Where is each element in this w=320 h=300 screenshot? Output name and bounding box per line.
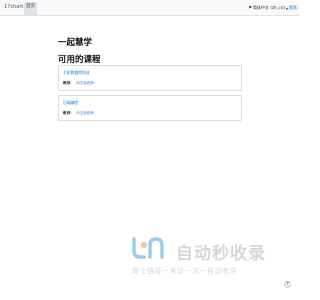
course-card: 七彩数据库科技 教师： 卢应亚老师 (58, 65, 242, 91)
language-selector[interactable]: ⚑ 简体中文 (zh_cn) ▾ (248, 5, 288, 11)
help-button[interactable]: ? (284, 281, 291, 288)
available-courses-heading: 可用的课程 (58, 55, 101, 65)
course-teacher-row: 教师： 卢应亚老师 (63, 111, 94, 116)
top-navbar: 17chart 首页 ⚑ 简体中文 (zh_cn) ▾ 登陆 (0, 0, 300, 16)
watermark: 自动秒收录 做上链接一来访一次一自动收录 (130, 237, 280, 277)
brand-logo[interactable]: 17chart (4, 4, 23, 10)
course-card: 后端编程 教师： 卢应亚老师 (58, 95, 242, 121)
nav-home-link[interactable]: 首页 (24, 2, 37, 15)
watermark-logo (132, 237, 164, 259)
teacher-label: 教师： (63, 111, 74, 115)
teacher-label: 教师： (63, 81, 74, 85)
teacher-name-link[interactable]: 卢应亚老师 (76, 111, 94, 116)
course-teacher-row: 教师： 卢应亚老师 (63, 81, 94, 86)
course-title-link[interactable]: 后端编程 (63, 100, 78, 106)
site-title: 一起慧学 (58, 38, 93, 48)
teacher-name-link[interactable]: 卢应亚老师 (76, 81, 94, 86)
language-label: 简体中文 (zh_cn) (253, 5, 285, 10)
watermark-slogan: 做上链接一来访一次一自动收录 (132, 267, 237, 275)
course-title-link[interactable]: 七彩数据库科技 (63, 70, 90, 76)
chevron-down-icon: ▾ (285, 5, 288, 11)
login-link[interactable]: 登陆 (289, 5, 297, 11)
language-icon: ⚑ (248, 5, 253, 11)
watermark-text: 自动秒收录 (176, 244, 266, 264)
